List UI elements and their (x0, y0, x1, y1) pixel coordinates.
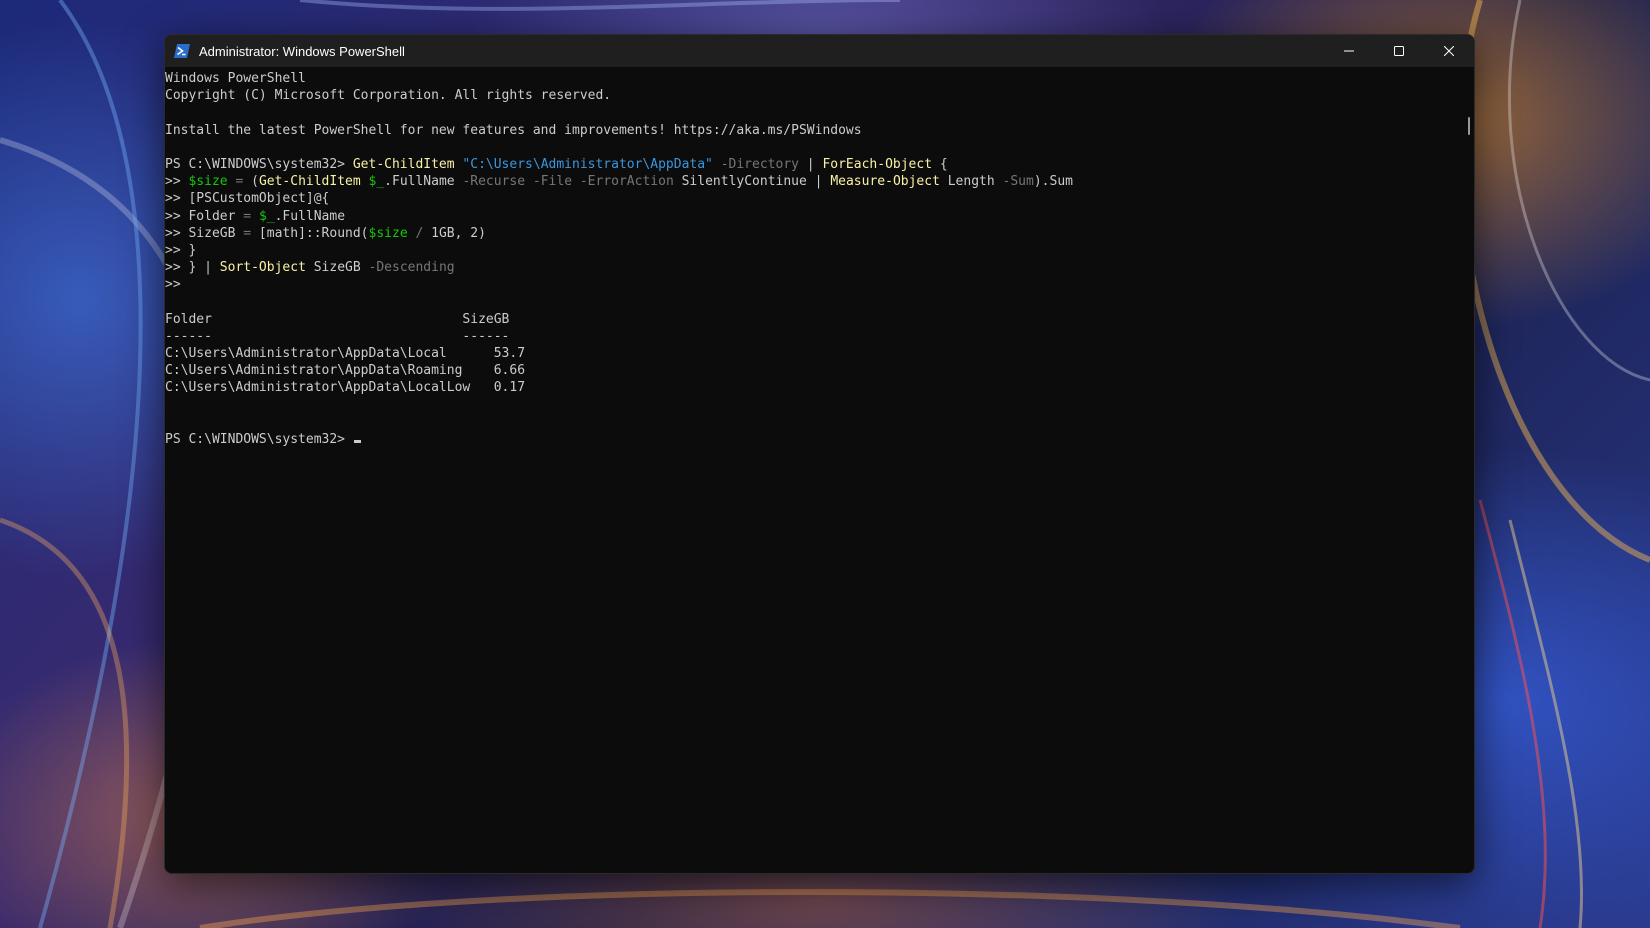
console-line: >> } (165, 242, 1460, 259)
console-token: C:\Users\Administrator\AppData\Roaming 6… (165, 363, 526, 379)
console-token (361, 174, 369, 189)
console-token: >> } | (165, 260, 220, 276)
console-token: C:\Users\Administrator\AppData\LocalLow … (165, 380, 526, 396)
console-token: / (407, 225, 432, 241)
console-token: >> (165, 277, 181, 293)
console-token: >> Folder (165, 208, 244, 224)
close-icon (1444, 46, 1454, 56)
console-line: Windows PowerShell (165, 70, 1460, 87)
console-token: Folder SizeGB (165, 311, 510, 327)
console-line: PS C:\WINDOWS\system32> (165, 431, 1460, 448)
console-token: Get-ChildItem (258, 174, 361, 190)
console-line: >> $size = (Get-ChildItem $_.FullName -R… (165, 173, 1460, 190)
console-token: -Descending (360, 260, 455, 276)
console-line: >> Folder = $_.FullName (165, 208, 1460, 225)
console-token: ).Sum (1033, 174, 1073, 190)
console-line: ------ ------ (165, 328, 1460, 345)
console-token: PS C:\WINDOWS\system32> (165, 431, 353, 447)
minimize-button[interactable] (1324, 35, 1374, 67)
console-token: >> } (165, 242, 197, 258)
console-token: { (932, 156, 948, 172)
window-controls (1324, 35, 1474, 67)
console-line: >> (165, 276, 1460, 293)
console-token: = (243, 225, 252, 241)
console-token: "C:\Users\Administrator\AppData" (462, 156, 713, 172)
vertical-scrollbar[interactable] (1460, 67, 1474, 873)
console-token: $size (188, 174, 228, 190)
console-token: SilentlyContinue | (673, 174, 831, 190)
console-line: >> SizeGB = [math]::Round($size / 1GB, 2… (165, 225, 1460, 242)
console-token: -Sum (994, 174, 1034, 190)
console-output[interactable]: Windows PowerShell Copyright (C) Microsof… (165, 67, 1460, 873)
console-token: Length (939, 174, 995, 190)
console-token: SizeGB (305, 260, 361, 276)
text-cursor (353, 439, 361, 443)
powershell-window[interactable]: Administrator: Windows PowerShell Window… (164, 34, 1475, 874)
console-line: C:\Users\Administrator\AppData\Roaming 6… (165, 362, 1460, 379)
minimize-icon (1344, 50, 1354, 52)
console-token: = (227, 174, 252, 190)
console-token (251, 209, 259, 224)
console-token: 1GB, 2) (431, 225, 486, 241)
console-token: ForEach-Object (822, 156, 933, 172)
window-titlebar[interactable]: Administrator: Windows PowerShell (165, 35, 1474, 67)
console-token: Get-ChildItem (352, 156, 455, 172)
console-token: Copyright (C) Microsoft Corporation. All… (165, 88, 612, 104)
console-line: PS C:\WINDOWS\system32> Get-ChildItem "C… (165, 156, 1460, 173)
console-line: C:\Users\Administrator\AppData\Local 53.… (165, 345, 1460, 362)
scrollbar-thumb[interactable] (1468, 117, 1470, 135)
console-token: $_ (368, 174, 385, 190)
console-token: -Directory (712, 156, 799, 172)
console-token: Windows PowerShell (165, 71, 306, 86)
powershell-icon (173, 42, 191, 60)
console-line: C:\Users\Administrator\AppData\LocalLow … (165, 379, 1460, 396)
console-token: Install the latest PowerShell for new fe… (165, 122, 862, 138)
console-token: C:\Users\Administrator\AppData\Local 53.… (165, 346, 526, 361)
console-token: ------ ------ (165, 328, 510, 344)
console-line: >> [PSCustomObject]@{ (165, 190, 1460, 207)
console-line: >> } | Sort-Object SizeGB -Descending (165, 259, 1460, 276)
console-token: = (243, 208, 252, 224)
close-button[interactable] (1424, 35, 1474, 67)
console-token: [math]::Round( (251, 225, 369, 241)
maximize-button[interactable] (1374, 35, 1424, 67)
console-token: $_ (258, 208, 275, 224)
console-token: >> SizeGB (165, 225, 244, 241)
console-token: .FullName (274, 208, 346, 224)
console-token: -Recurse -File -ErrorAction (454, 174, 674, 190)
console-token: Sort-Object (219, 260, 306, 276)
window-title: Administrator: Windows PowerShell (199, 43, 405, 59)
console-token: >> [PSCustomObject]@{ (165, 191, 330, 207)
console-line: Install the latest PowerShell for new fe… (165, 122, 1460, 139)
console-token: >> (165, 174, 189, 190)
console-line: Copyright (C) Microsoft Corporation. All… (165, 87, 1460, 104)
maximize-icon (1394, 46, 1404, 56)
console-token: ( (251, 174, 259, 190)
console-token: PS C:\WINDOWS\system32> (165, 156, 353, 172)
console-token: $size (368, 225, 408, 241)
console-token: .FullName (384, 174, 455, 190)
console-line: Folder SizeGB (165, 311, 1460, 328)
console-token: | (798, 156, 823, 172)
console-token: Measure-Object (830, 174, 940, 190)
